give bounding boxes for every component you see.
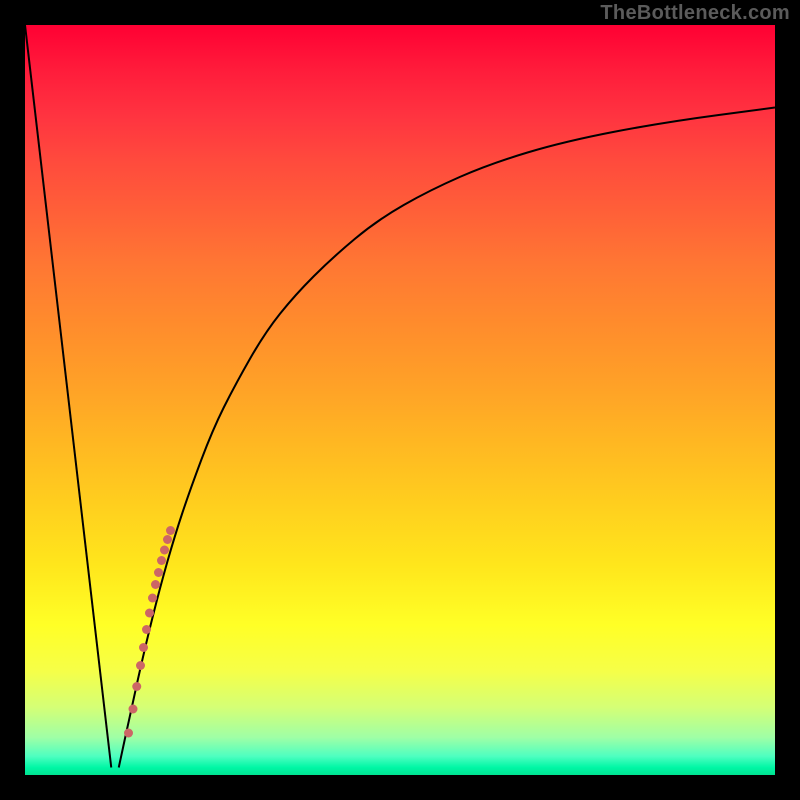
chart-svg xyxy=(25,25,775,775)
red-dot xyxy=(145,609,154,618)
right-curve-path xyxy=(119,108,775,768)
red-dot xyxy=(160,546,169,555)
red-dot xyxy=(148,594,157,603)
watermark-label: TheBottleneck.com xyxy=(600,2,790,25)
red-dot xyxy=(129,705,138,714)
red-dot xyxy=(157,556,166,565)
left-slope-path xyxy=(25,25,111,768)
red-dot xyxy=(142,625,151,634)
red-dot xyxy=(124,729,133,738)
plot-area xyxy=(25,25,775,775)
red-dot xyxy=(166,526,175,535)
red-dot xyxy=(163,535,172,544)
red-dot xyxy=(136,661,145,670)
red-dot-segment xyxy=(124,526,175,738)
red-dot xyxy=(151,580,160,589)
chart-outer-frame: TheBottleneck.com xyxy=(0,0,800,800)
red-dot xyxy=(139,643,148,652)
red-dot xyxy=(154,568,163,577)
red-dot xyxy=(132,682,141,691)
